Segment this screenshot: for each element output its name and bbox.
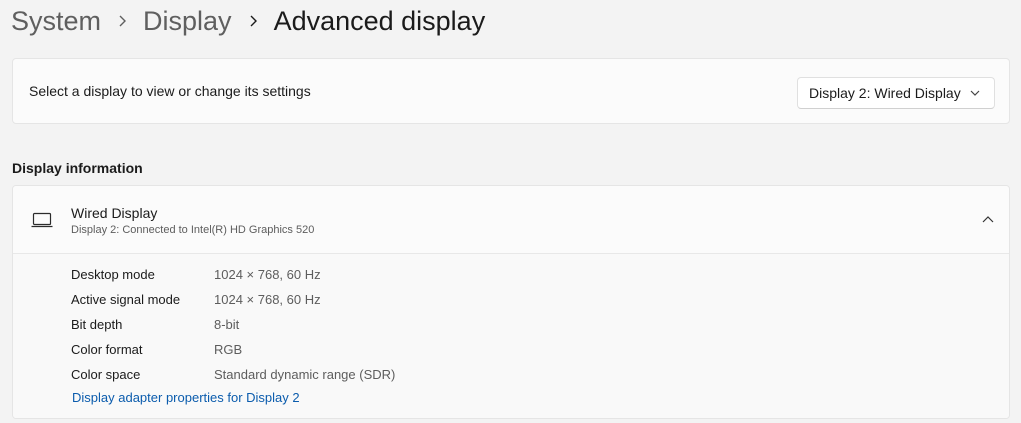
info-value: 1024 × 768, 60 Hz [214,291,321,307]
info-row-bit-depth: Bit depth 8-bit [71,314,239,334]
chevron-right-icon [232,3,274,39]
info-row-color-space: Color space Standard dynamic range (SDR) [71,364,395,384]
display-information-card: Wired Display Display 2: Connected to In… [12,185,1010,419]
display-adapter-properties-link[interactable]: Display adapter properties for Display 2 [72,390,300,405]
chevron-down-icon [970,90,980,96]
info-label: Bit depth [71,316,123,332]
display-connection-info: Display 2: Connected to Intel(R) HD Grap… [71,224,315,236]
display-information-details: Desktop mode 1024 × 768, 60 Hz Active si… [13,254,1009,418]
monitor-icon [31,212,53,228]
page-title: Advanced display [273,5,486,36]
chevron-up-icon[interactable] [982,215,994,223]
info-label: Desktop mode [71,266,155,282]
info-value: Standard dynamic range (SDR) [214,366,396,382]
breadcrumb-display[interactable]: Display [143,6,232,37]
info-row-active-signal-mode: Active signal mode 1024 × 768, 60 Hz [71,289,321,309]
info-label: Active signal mode [71,291,181,307]
display-information-expander[interactable]: Wired Display Display 2: Connected to In… [13,186,1009,254]
info-label: Color format [71,341,143,357]
info-row-color-format: Color format RGB [71,339,242,359]
info-value: RGB [214,341,243,357]
info-value: 8-bit [214,316,240,332]
breadcrumb-system[interactable]: System [11,6,101,37]
breadcrumb: System Display Advanced display [11,3,485,39]
display-select-dropdown[interactable]: Display 2: Wired Display [797,77,995,109]
section-heading-display-information: Display information [12,160,143,176]
info-label: Color space [71,366,141,382]
select-display-card: Select a display to view or change its s… [12,58,1010,124]
select-display-label: Select a display to view or change its s… [29,83,311,99]
display-name: Wired Display [71,205,158,221]
info-row-desktop-mode: Desktop mode 1024 × 768, 60 Hz [71,264,321,284]
display-select-value: Display 2: Wired Display [809,85,961,101]
info-value: 1024 × 768, 60 Hz [214,266,321,282]
chevron-right-icon [101,3,143,39]
